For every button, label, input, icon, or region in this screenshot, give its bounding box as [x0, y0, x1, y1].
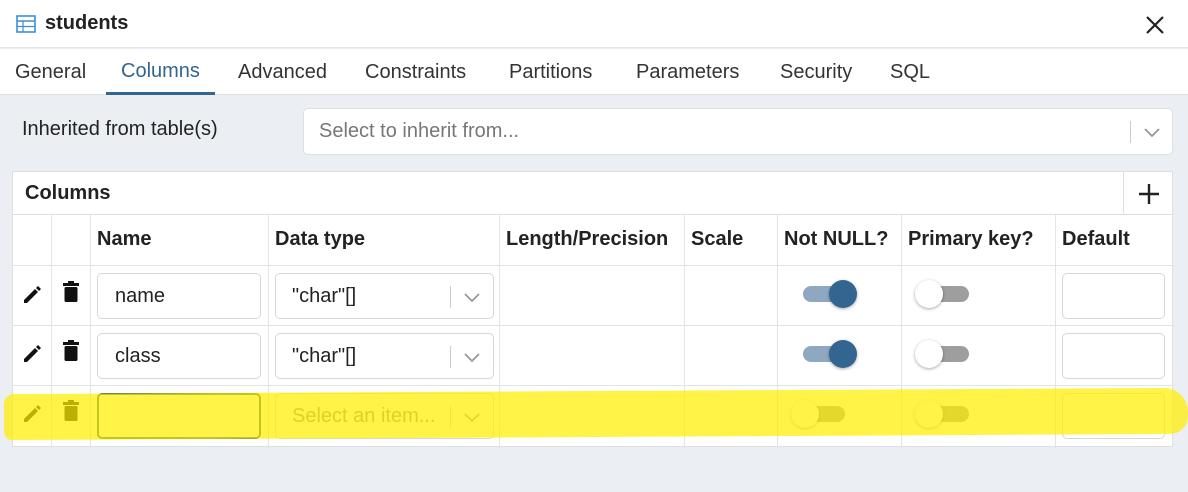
tab-security[interactable]: Security: [765, 49, 867, 95]
tab-sql[interactable]: SQL: [875, 49, 945, 95]
header-not-null: Not NULL?: [784, 228, 889, 250]
tab-parameters[interactable]: Parameters: [621, 49, 754, 95]
grid-line: [684, 215, 685, 448]
edit-pencil-icon[interactable]: [21, 400, 43, 424]
table-icon: [16, 15, 36, 33]
select-separator: [450, 286, 451, 308]
grid-line: [51, 215, 52, 448]
inherit-label: Inherited from table(s): [22, 118, 218, 140]
edit-pencil-icon[interactable]: [21, 281, 43, 305]
trash-icon[interactable]: [60, 339, 82, 363]
header-name: Name: [97, 228, 152, 250]
chevron-down-icon[interactable]: [462, 347, 482, 367]
tab-advanced[interactable]: Advanced: [223, 49, 342, 95]
columns-panel-header: Columns: [13, 172, 1172, 215]
default-value-input[interactable]: [1062, 273, 1165, 319]
select-separator: [450, 406, 451, 428]
tab-constraints[interactable]: Constraints: [350, 49, 481, 95]
data-type-value: "char"[]: [292, 285, 357, 307]
grid-line: [13, 265, 1172, 266]
edit-pencil-icon[interactable]: [21, 340, 43, 364]
primary-key-toggle[interactable]: [915, 279, 971, 309]
trash-icon[interactable]: [60, 280, 82, 304]
not-null-toggle[interactable]: [791, 399, 847, 429]
header-scale: Scale: [691, 228, 744, 250]
trash-icon[interactable]: [60, 399, 82, 423]
data-type-placeholder: Select an item...: [292, 405, 436, 427]
chevron-down-icon[interactable]: [1142, 122, 1162, 142]
grid-line: [13, 325, 1172, 326]
tab-general[interactable]: General: [0, 49, 101, 95]
header-data-type: Data type: [275, 228, 366, 250]
tab-bar: General Columns Advanced Constraints Par…: [0, 49, 1188, 95]
column-name-input[interactable]: name: [97, 273, 261, 319]
select-separator: [1130, 121, 1131, 143]
grid-line: [90, 215, 91, 448]
select-separator: [450, 346, 451, 368]
grid-line: [1055, 215, 1056, 448]
column-name-input[interactable]: class: [97, 333, 261, 379]
primary-key-toggle[interactable]: [915, 339, 971, 369]
inherit-select[interactable]: Select to inherit from...: [303, 108, 1173, 155]
inherit-placeholder: Select to inherit from...: [319, 120, 520, 142]
not-null-toggle[interactable]: [801, 279, 857, 309]
add-column-button[interactable]: [1123, 172, 1172, 215]
not-null-toggle[interactable]: [801, 339, 857, 369]
default-value-input[interactable]: [1062, 333, 1165, 379]
data-type-select[interactable]: "char"[]: [275, 273, 494, 319]
chevron-down-icon[interactable]: [462, 407, 482, 427]
grid-line: [268, 215, 269, 448]
dialog-title: students: [45, 12, 129, 34]
header-default: Default: [1062, 228, 1130, 250]
grid-line: [777, 215, 778, 448]
tab-partitions[interactable]: Partitions: [494, 49, 607, 95]
columns-panel-title: Columns: [25, 182, 111, 204]
plus-icon: [1139, 184, 1159, 204]
header-primary-key: Primary key?: [908, 228, 1034, 250]
columns-panel: Columns Name Data type Length/Precision …: [12, 171, 1173, 448]
default-value-input[interactable]: [1062, 393, 1165, 439]
grid-line: [13, 385, 1172, 386]
close-icon[interactable]: [1144, 14, 1166, 36]
data-type-select[interactable]: Select an item...: [275, 393, 494, 439]
data-type-select[interactable]: "char"[]: [275, 333, 494, 379]
data-type-value: "char"[]: [292, 345, 357, 367]
dialog-titlebar: students: [0, 0, 1188, 48]
primary-key-toggle[interactable]: [915, 399, 971, 429]
column-name-input[interactable]: [97, 393, 261, 439]
tab-columns[interactable]: Columns: [106, 49, 215, 95]
chevron-down-icon[interactable]: [462, 287, 482, 307]
grid-line: [499, 215, 500, 448]
grid-line: [901, 215, 902, 448]
header-length-precision: Length/Precision: [506, 228, 669, 250]
